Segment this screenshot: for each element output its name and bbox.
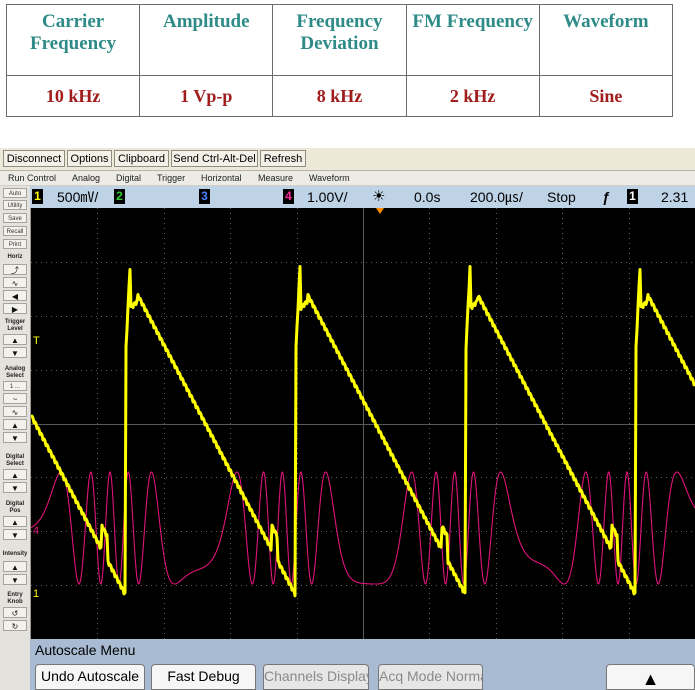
remote-toolbar: Disconnect Options Clipboard Send Ctrl-A…	[0, 148, 695, 171]
table-value-row: 10 kHz 1 Vp-p 8 kHz 2 kHz Sine	[5, 75, 674, 117]
parameter-table: Carrier Frequency Amplitude Frequency De…	[5, 4, 674, 117]
ch2-indicator[interactable]: 2	[114, 189, 125, 204]
recall-button[interactable]: Recall	[3, 226, 27, 236]
analog-up-arrow-icon[interactable]: ▲	[3, 419, 27, 430]
header-frequency-deviation: Frequency Deviation	[272, 4, 407, 76]
delay-value: 0.0s	[414, 189, 441, 205]
autoscale-button[interactable]: Auto Scale	[3, 188, 27, 198]
fast-debug-button[interactable]: Fast Debug	[151, 664, 256, 690]
trigger-source-indicator: 1	[627, 189, 638, 204]
utility-button[interactable]: Utility	[3, 200, 27, 210]
waveform-display: T 4 1	[29, 208, 695, 639]
analog-select-label: Analog Select	[4, 366, 26, 379]
horiz-right-arrow-icon[interactable]: ▶	[3, 303, 27, 314]
clipboard-button[interactable]: Clipboard	[114, 150, 169, 167]
trigger-down-arrow-icon[interactable]: ▼	[3, 347, 27, 358]
trigger-slope-icon: ƒ	[602, 189, 610, 205]
value-waveform: Sine	[538, 75, 674, 117]
trigger-position-marker-icon	[376, 208, 384, 214]
oscilloscope-remote-window: Disconnect Options Clipboard Send Ctrl-A…	[0, 148, 695, 690]
analog-down-arrow-icon[interactable]: ▼	[3, 432, 27, 443]
ch1-ground-marker: 1	[33, 588, 39, 600]
timebase-value: 200.0㎲/	[470, 189, 523, 205]
waveform-svg: T 4 1	[29, 208, 695, 639]
scope-menubar: Run Control Analog Digital Trigger Horiz…	[0, 171, 695, 185]
digital-select-down-arrow-icon[interactable]: ▼	[3, 482, 27, 493]
ch4-ground-marker: 4	[33, 525, 39, 537]
disconnect-button[interactable]: Disconnect	[3, 150, 65, 167]
menu-horizontal[interactable]: Horizontal	[201, 171, 242, 185]
channels-displayed-button[interactable]: Channels Displayed	[263, 664, 369, 690]
entry-knob-label: Entry Knob	[7, 592, 23, 605]
menu-analog[interactable]: Analog	[72, 171, 100, 185]
header-fm-frequency: FM Frequency	[405, 4, 540, 76]
digital-select-up-arrow-icon[interactable]: ▲	[3, 469, 27, 480]
trigger-up-arrow-icon[interactable]: ▲	[3, 334, 27, 345]
save-button[interactable]: Save	[3, 213, 27, 223]
print-button[interactable]: Print	[3, 239, 27, 249]
horiz-wave-icon[interactable]: ∿	[3, 277, 27, 288]
scope-status-bar: 1 500㎷/ 2 3 4 1.00V/ ☀ 0.0s 200.0㎲/ Stop…	[30, 186, 695, 208]
intensity-label: Intensity	[2, 551, 28, 557]
ch1-indicator[interactable]: 1	[32, 189, 43, 204]
value-amplitude: 1 Vp-p	[139, 75, 274, 117]
header-waveform: Waveform	[538, 4, 674, 76]
menu-run-control[interactable]: Run Control	[8, 171, 56, 185]
undo-autoscale-button[interactable]: Undo Autoscale	[35, 664, 145, 690]
ch4-scale: 1.00V/	[307, 189, 348, 205]
trigger-level-marker: T	[33, 335, 40, 347]
analog-wave-icon[interactable]: ~	[3, 393, 27, 404]
analog-wave-icon-2[interactable]: ∿	[3, 406, 27, 417]
softkey-menu-title: Autoscale Menu	[35, 642, 136, 658]
autoscale-softkey-menu: Autoscale Menu Undo Autoscale Fast Debug…	[30, 639, 695, 690]
refresh-button[interactable]: Refresh	[260, 150, 306, 167]
entry-cw-icon[interactable]: ↻	[3, 620, 27, 631]
digital-pos-label: Digital Pos	[5, 501, 25, 514]
run-state: Stop	[547, 189, 576, 205]
menu-trigger[interactable]: Trigger	[157, 171, 185, 185]
table-header-row: Carrier Frequency Amplitude Frequency De…	[5, 4, 674, 76]
digital-pos-up-arrow-icon[interactable]: ▲	[3, 516, 27, 527]
options-button[interactable]: Options	[67, 150, 112, 167]
entry-ccw-icon[interactable]: ↺	[3, 607, 27, 618]
digital-pos-down-arrow-icon[interactable]: ▼	[3, 529, 27, 540]
value-frequency-deviation: 8 kHz	[272, 75, 407, 117]
menu-measure[interactable]: Measure	[258, 171, 293, 185]
menu-digital[interactable]: Digital	[116, 171, 141, 185]
analog-select-field[interactable]: 1 ...	[3, 381, 27, 391]
horiz-zoom-icon[interactable]: ⤴	[3, 264, 27, 275]
trigger-level-label: Trigger Level	[4, 319, 26, 332]
ch3-indicator[interactable]: 3	[199, 189, 210, 204]
intensity-up-arrow-icon[interactable]: ▲	[3, 561, 27, 572]
acq-mode-button[interactable]: Acq Mode Normal	[378, 664, 483, 690]
digital-select-label: Digital Select	[5, 454, 25, 467]
horiz-label: Horiz	[7, 254, 23, 260]
header-carrier-frequency: Carrier Frequency	[5, 4, 141, 76]
ch4-indicator[interactable]: 4	[283, 189, 294, 204]
value-carrier-frequency: 10 kHz	[5, 75, 141, 117]
menu-up-arrow-icon[interactable]: ▲	[606, 664, 695, 690]
ch1-scale: 500㎷/	[57, 189, 99, 205]
header-amplitude: Amplitude	[139, 4, 274, 76]
left-control-panel: Auto Scale Utility Save Recall Print Hor…	[0, 186, 31, 690]
intensity-down-arrow-icon[interactable]: ▼	[3, 574, 27, 585]
send-ctrl-alt-del-button[interactable]: Send Ctrl-Alt-Del	[171, 150, 258, 167]
value-fm-frequency: 2 kHz	[405, 75, 540, 117]
trigger-level-value: 2.31	[661, 189, 689, 205]
menu-waveform[interactable]: Waveform	[309, 171, 350, 185]
trigger-sun-icon: ☀	[372, 188, 386, 205]
horiz-left-arrow-icon[interactable]: ◀	[3, 290, 27, 301]
